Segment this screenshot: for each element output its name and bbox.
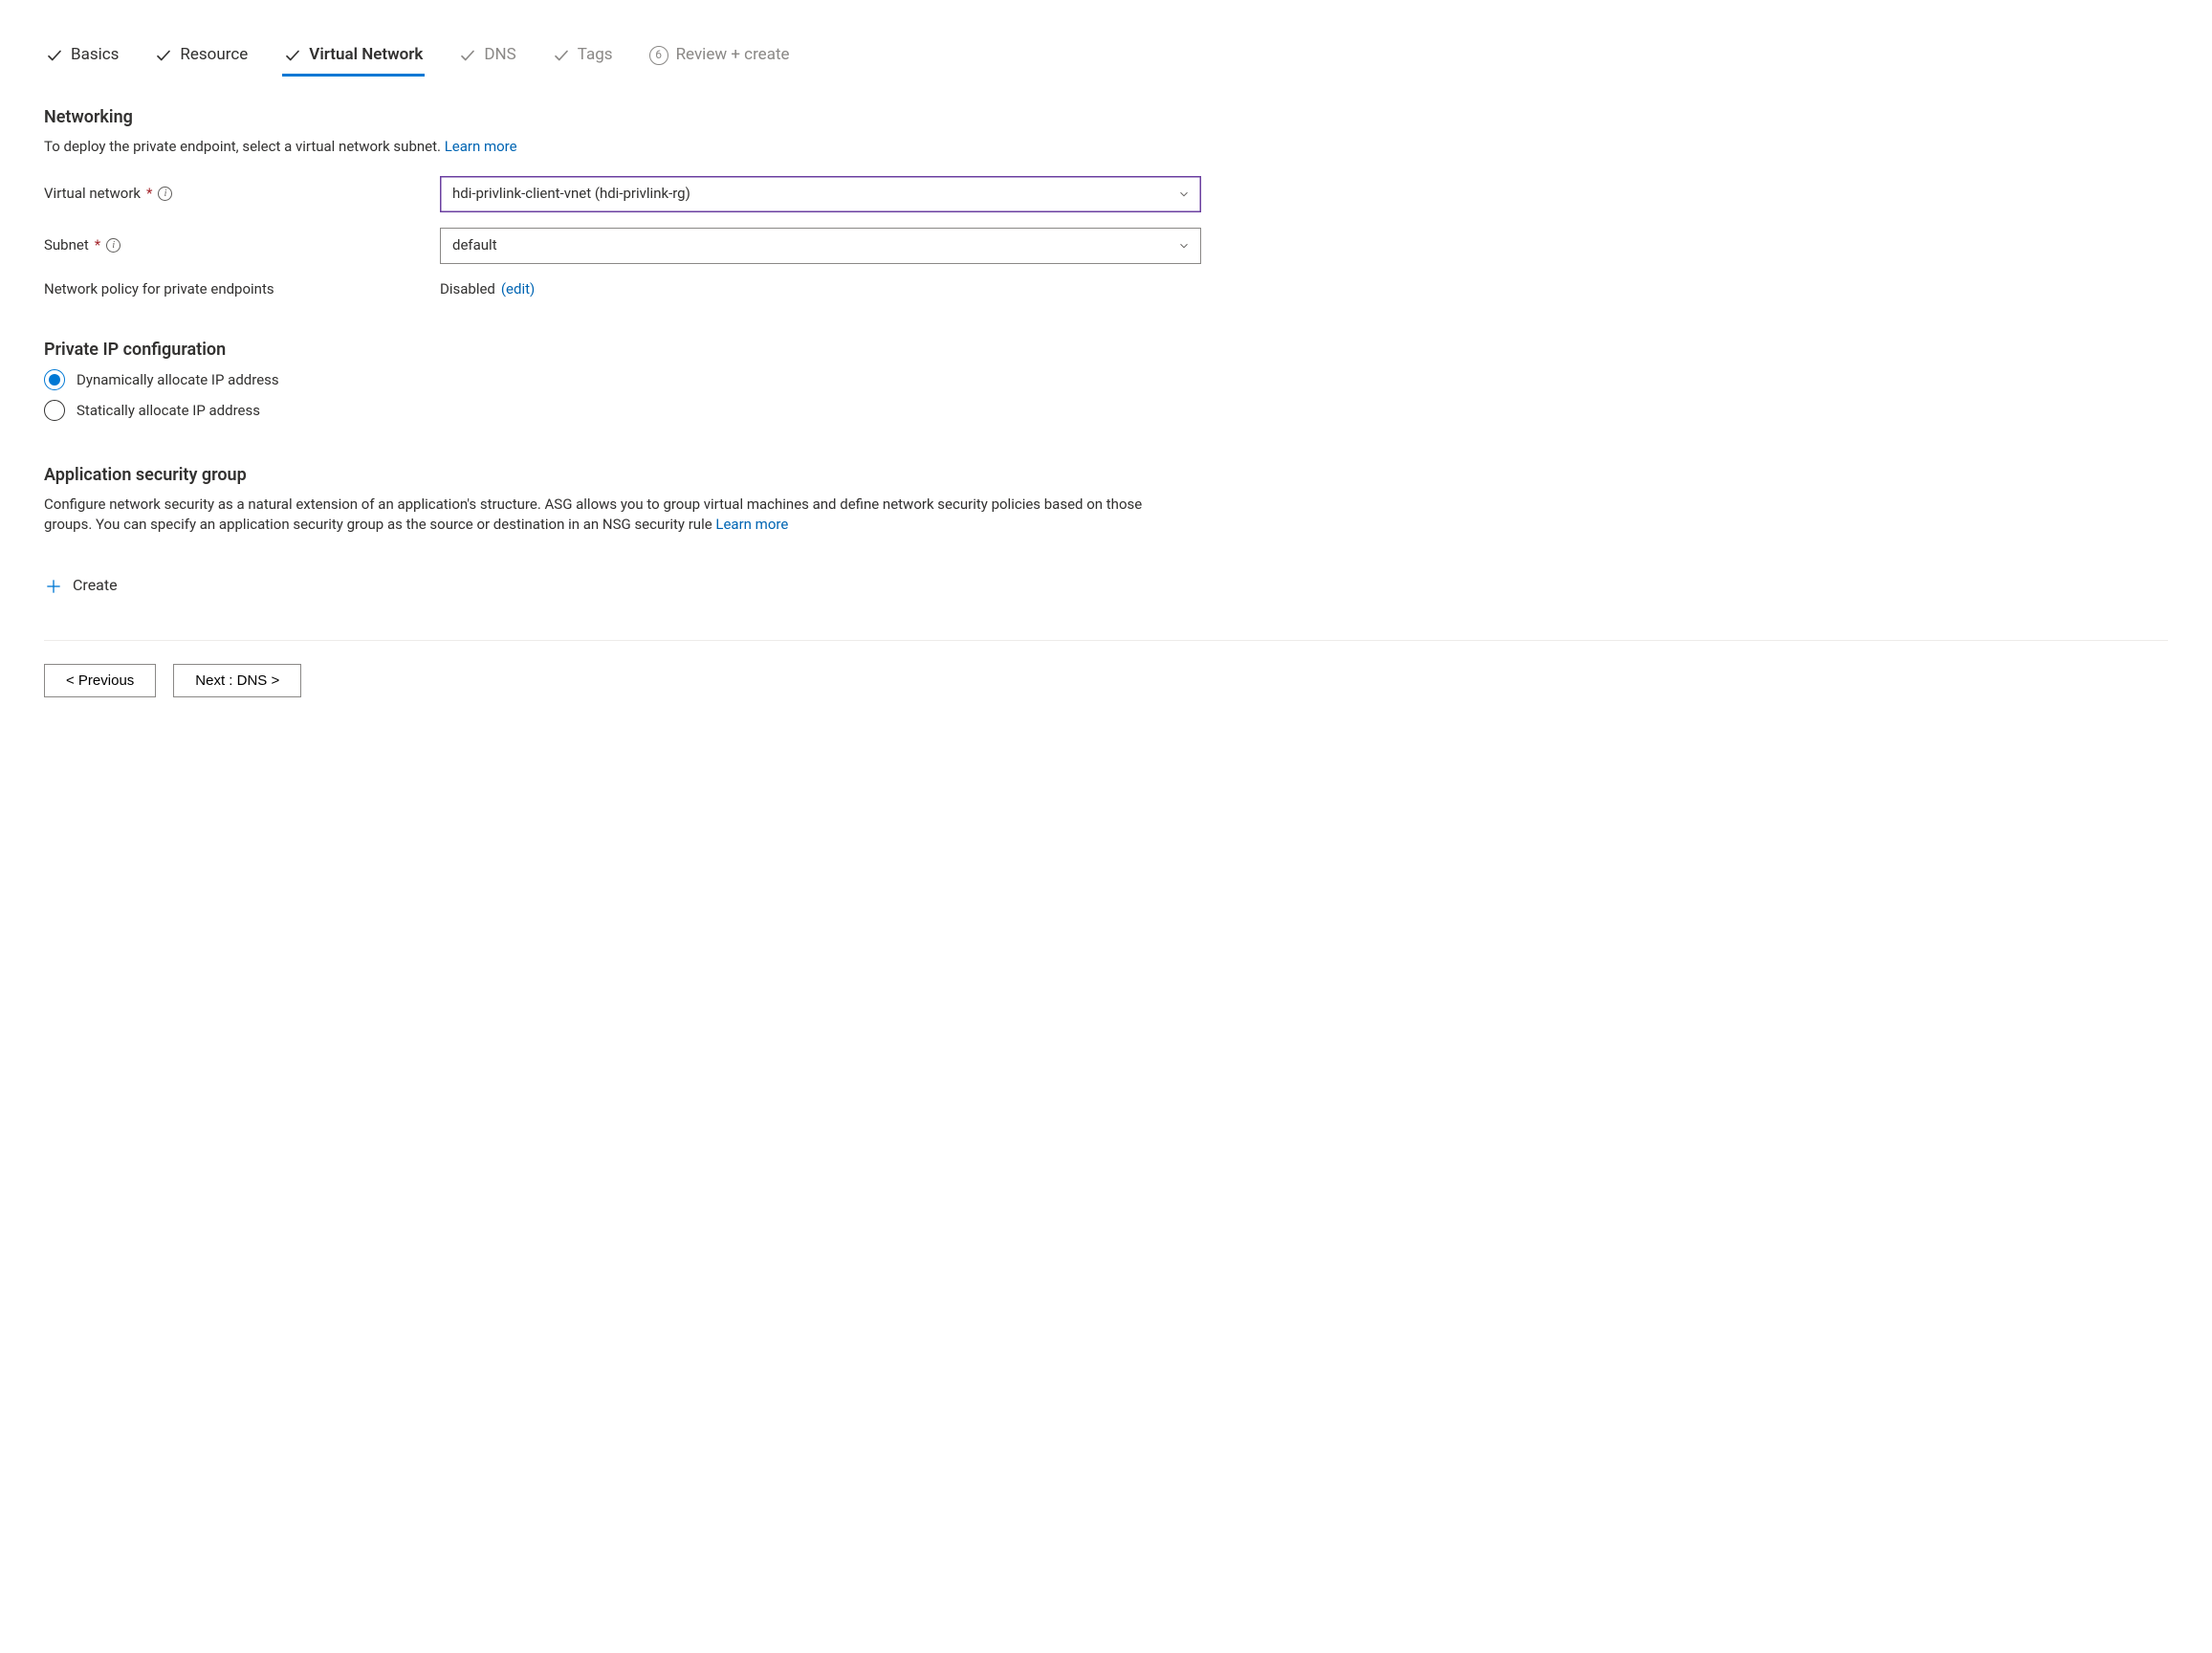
- tab-label: Tags: [578, 44, 613, 67]
- next-button[interactable]: Next : DNS >: [173, 664, 301, 697]
- ip-allocation-radio-group: Dynamically allocate IP address Statical…: [44, 369, 2168, 421]
- tab-review-create[interactable]: 6 Review + create: [647, 38, 792, 77]
- radio-icon: [44, 400, 65, 421]
- networking-learn-more-link[interactable]: Learn more: [445, 138, 517, 155]
- virtual-network-row: Virtual network * i hdi-privlink-client-…: [44, 176, 2168, 212]
- check-icon: [46, 47, 63, 64]
- asg-description: Configure network security as a natural …: [44, 495, 1192, 535]
- select-value: hdi-privlink-client-vnet (hdi-privlink-r…: [452, 184, 690, 204]
- required-indicator: *: [95, 235, 100, 255]
- tab-basics[interactable]: Basics: [44, 38, 120, 77]
- radio-icon: [44, 369, 65, 390]
- chevron-down-icon: [1177, 187, 1191, 201]
- networking-description: To deploy the private endpoint, select a…: [44, 137, 1192, 157]
- asg-learn-more-link[interactable]: Learn more: [715, 516, 788, 533]
- check-icon: [553, 47, 570, 64]
- radio-label: Dynamically allocate IP address: [77, 370, 279, 390]
- tab-label: DNS: [484, 44, 515, 67]
- network-policy-value: Disabled: [440, 279, 495, 299]
- create-asg-button[interactable]: Create: [44, 575, 118, 596]
- networking-heading: Networking: [44, 105, 2168, 129]
- network-policy-edit-link[interactable]: (edit): [501, 279, 535, 299]
- subnet-label: Subnet * i: [44, 235, 440, 255]
- subnet-row: Subnet * i default: [44, 228, 2168, 264]
- radio-label: Statically allocate IP address: [77, 401, 260, 421]
- tab-resource[interactable]: Resource: [153, 38, 250, 77]
- radio-static-ip[interactable]: Statically allocate IP address: [44, 400, 2168, 421]
- required-indicator: *: [146, 184, 152, 204]
- previous-button[interactable]: < Previous: [44, 664, 156, 697]
- plus-icon: [44, 577, 63, 596]
- tab-virtual-network[interactable]: Virtual Network: [282, 38, 425, 77]
- tab-label: Virtual Network: [309, 44, 423, 67]
- radio-dynamic-ip[interactable]: Dynamically allocate IP address: [44, 369, 2168, 390]
- tab-label: Basics: [71, 44, 119, 67]
- create-label: Create: [73, 575, 118, 596]
- wizard-tabs: Basics Resource Virtual Network DNS Tags…: [44, 38, 2168, 77]
- network-policy-label: Network policy for private endpoints: [44, 279, 440, 299]
- asg-heading: Application security group: [44, 463, 2168, 487]
- wizard-footer: < Previous Next : DNS >: [44, 640, 2168, 697]
- check-icon: [284, 47, 301, 64]
- tab-tags[interactable]: Tags: [551, 38, 615, 77]
- network-policy-row: Network policy for private endpoints Dis…: [44, 279, 2168, 299]
- virtual-network-label: Virtual network * i: [44, 184, 440, 204]
- subnet-select[interactable]: default: [440, 228, 1201, 264]
- chevron-down-icon: [1177, 239, 1191, 253]
- select-value: default: [452, 235, 497, 255]
- check-icon: [459, 47, 476, 64]
- virtual-network-select[interactable]: hdi-privlink-client-vnet (hdi-privlink-r…: [440, 176, 1201, 212]
- step-number-icon: 6: [649, 46, 668, 65]
- info-icon[interactable]: i: [158, 187, 172, 201]
- ipconfig-heading: Private IP configuration: [44, 338, 2168, 362]
- tab-label: Review + create: [676, 44, 790, 67]
- tab-dns[interactable]: DNS: [457, 38, 517, 77]
- info-icon[interactable]: i: [106, 238, 120, 253]
- tab-label: Resource: [180, 44, 248, 67]
- check-icon: [155, 47, 172, 64]
